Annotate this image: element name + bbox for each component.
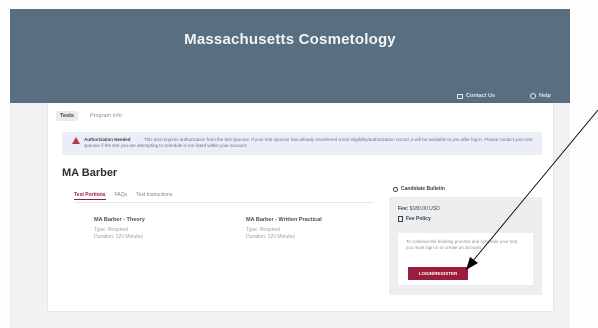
sub-tabs: Test Portions FAQs Test Instructions bbox=[74, 192, 172, 200]
test-card: Tests Program Info Authorization Needed … bbox=[48, 103, 553, 311]
fee-policy-label: Fee Policy bbox=[406, 216, 431, 222]
login-prompt: To continue the booking process and sche… bbox=[406, 239, 519, 250]
portion-type: Type: Required bbox=[246, 227, 280, 233]
tab-tests[interactable]: Tests bbox=[56, 111, 78, 121]
help-circle-icon bbox=[530, 93, 536, 99]
authorization-alert: Authorization Needed This test requires … bbox=[62, 132, 542, 155]
fee-policy-link[interactable]: Fee Policy bbox=[398, 216, 431, 222]
help-label: Help bbox=[539, 93, 551, 99]
document-icon bbox=[398, 216, 403, 222]
site-header: Massachusetts Cosmetology Contact Us Hel… bbox=[10, 9, 570, 103]
login-panel: To continue the booking process and sche… bbox=[398, 233, 533, 285]
alert-message: This test requires authorization from th… bbox=[84, 137, 533, 148]
tab-test-instructions[interactable]: Test Instructions bbox=[136, 192, 172, 200]
tab-faqs[interactable]: FAQs bbox=[115, 192, 128, 200]
portion-name: MA Barber - Written Practical bbox=[246, 217, 322, 223]
test-portion-written-practical: MA Barber - Written Practical Type: Requ… bbox=[246, 217, 366, 241]
tab-test-portions[interactable]: Test Portions bbox=[74, 192, 106, 200]
portion-duration: Duration: 120 Minutes bbox=[246, 234, 295, 240]
tab-program-info[interactable]: Program Info bbox=[86, 111, 126, 121]
divider bbox=[74, 202, 374, 203]
test-portion-theory: MA Barber - Theory Type: Required Durati… bbox=[94, 217, 214, 241]
fee-value: $180.00 USD bbox=[409, 206, 440, 212]
page-title: MA Barber bbox=[62, 167, 118, 179]
mail-icon bbox=[457, 93, 463, 99]
portion-duration: Duration: 120 Minutes bbox=[94, 234, 143, 240]
warning-icon bbox=[72, 137, 80, 144]
portion-name: MA Barber - Theory bbox=[94, 217, 145, 223]
help-link[interactable]: Help bbox=[530, 93, 551, 99]
fee-line: Fee: $180.00 USD bbox=[398, 206, 440, 212]
contact-us-label: Contact Us bbox=[466, 93, 496, 99]
bulletin-icon bbox=[393, 186, 398, 192]
booking-sidebar: Fee: $180.00 USD Fee Policy To continue … bbox=[389, 197, 542, 295]
portion-type: Type: Required bbox=[94, 227, 128, 233]
site-title: Massachusetts Cosmetology bbox=[184, 31, 396, 48]
candidate-bulletin-label: Candidate Bulletin bbox=[401, 186, 445, 192]
candidate-bulletin-link[interactable]: Candidate Bulletin bbox=[393, 186, 445, 192]
contact-us-link[interactable]: Contact Us bbox=[457, 93, 495, 99]
login-register-button[interactable]: LOGIN/REGISTER bbox=[408, 267, 468, 280]
fee-label: Fee: bbox=[398, 206, 409, 212]
